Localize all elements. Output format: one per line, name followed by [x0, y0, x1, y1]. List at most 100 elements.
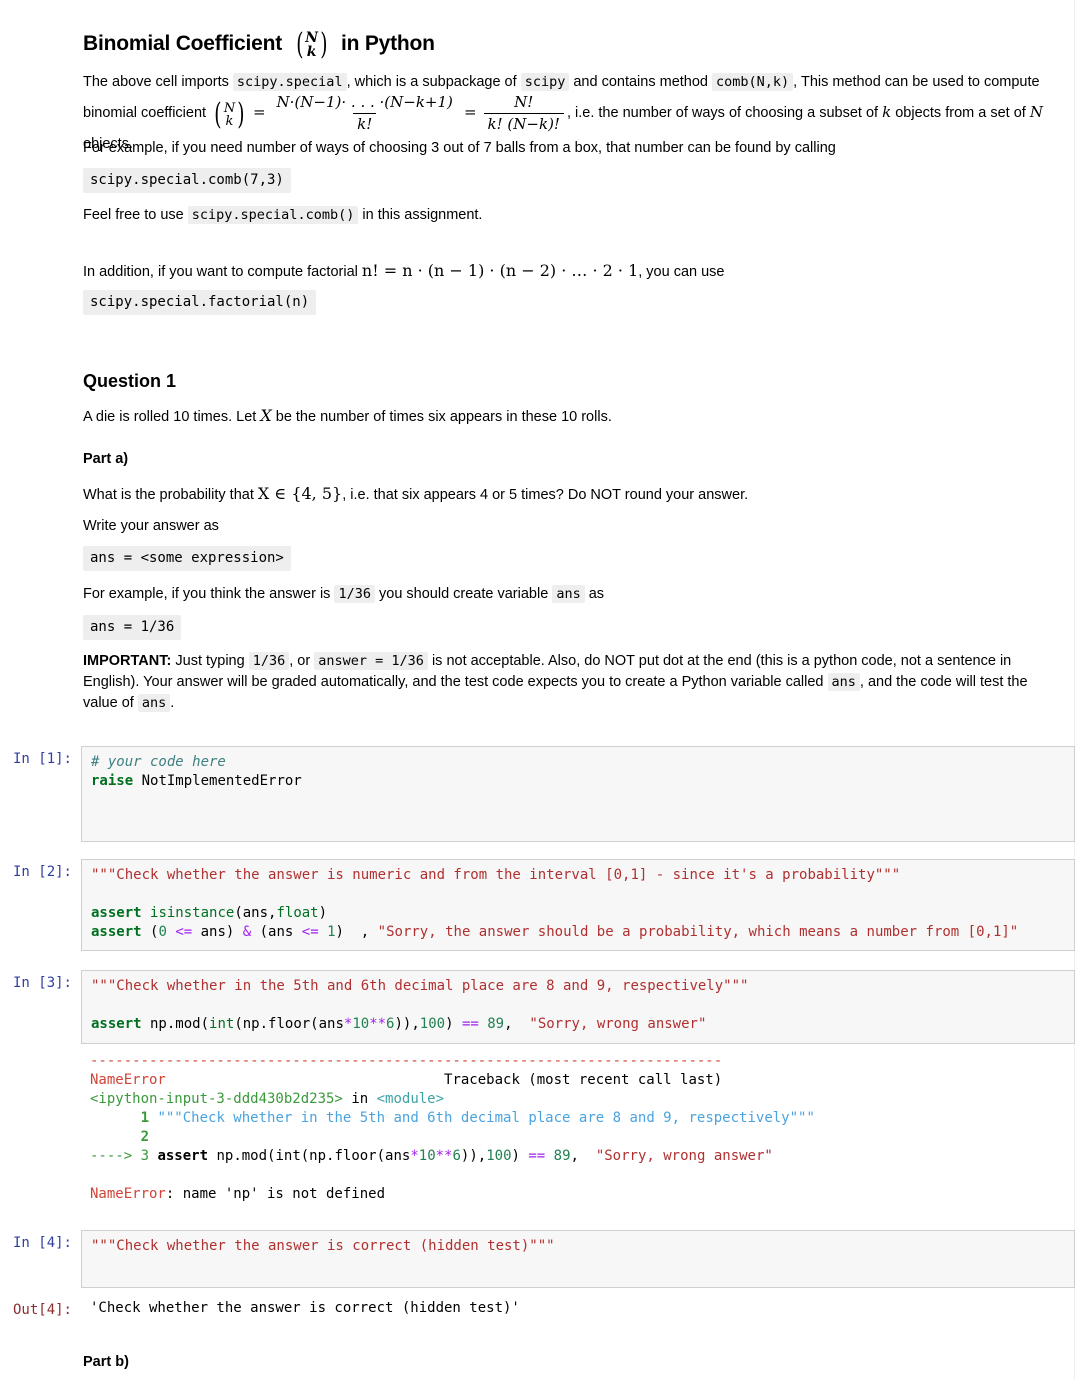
code-cell-4: In [4]: """Check whether the answer is c… [0, 1230, 1075, 1288]
traceback-error-name: NameError [90, 1072, 166, 1088]
important-label: IMPORTANT: [83, 653, 172, 669]
part-b-heading: Part b) [83, 1354, 129, 1370]
code-operator: & [242, 924, 252, 940]
code-cell-3: In [3]: """Check whether in the 5th and … [0, 970, 1075, 1044]
equals-sign-1: = [252, 103, 266, 122]
code-string-message: "Sorry, the answer should be a probabili… [377, 924, 1019, 940]
traceback-line-number: 2 [140, 1129, 150, 1145]
code-content-3: """Check whether in the 5th and 6th deci… [91, 978, 749, 1032]
right-paren-icon: ) [319, 27, 328, 63]
code-builtin-int: int [209, 1016, 235, 1032]
part-a-part-b: , i.e. that six appears 4 or 5 times? Do… [342, 487, 749, 503]
intro-part-e: , i.e. the number of ways of choosing a … [566, 105, 879, 122]
traceback-line-3-d: ) [511, 1148, 529, 1164]
code-answer-136: answer = 1/36 [314, 652, 428, 670]
part-a-heading: Part a) [83, 451, 129, 467]
traceback-rule: ----------------------------------------… [90, 1053, 723, 1069]
code-editor-1[interactable]: # your code here raise NotImplementedErr… [81, 746, 1075, 842]
code-operator: ** [369, 1016, 387, 1032]
code-editor-4[interactable]: """Check whether the answer is correct (… [81, 1230, 1075, 1288]
code-number: 1 [327, 924, 336, 940]
traceback-number: 10 [418, 1148, 436, 1164]
factorial-math: n! = n · (n − 1) · (n − 2) · … · 2 · 1 [361, 261, 639, 280]
code-keyword-raise: raise [91, 773, 134, 789]
math-var-X: X [260, 406, 272, 425]
code-one-36: 1/36 [334, 585, 375, 603]
code-operator: <= [301, 924, 319, 940]
code-content-2: """Check whether the answer is numeric a… [91, 867, 1019, 940]
traceback-area: ----------------------------------------… [81, 1050, 1075, 1206]
traceback-content: ----------------------------------------… [90, 1052, 1067, 1204]
traceback-assert-keyword: assert [157, 1148, 209, 1164]
traceback-operator: == [528, 1148, 546, 1164]
traceback-line-number: 1 [140, 1110, 150, 1126]
code-operator: <= [175, 924, 193, 940]
q1-part-b: be the number of times six appears in th… [275, 409, 612, 425]
code-ans: ans [137, 694, 171, 713]
code-comb-nk: comb(N,k) [712, 73, 794, 91]
title-text-post: in Python [340, 31, 435, 55]
traceback-frame-in: in [351, 1091, 369, 1107]
traceback-number: 89 [545, 1148, 571, 1164]
code-ans: ans [827, 673, 860, 692]
example-part-b: you should create variable [379, 586, 549, 602]
code-docstring-3: """Check whether in the 5th and 6th deci… [91, 978, 749, 994]
part-a-question: What is the probability that X ∈ {4, 5},… [83, 482, 1048, 506]
output-area-4: 'Check whether the answer is correct (hi… [81, 1297, 1075, 1320]
feel-free-part-a: Feel free to use [83, 207, 184, 223]
traceback-final-error-message: : name 'np' is not defined [165, 1186, 386, 1202]
important-part-e: . [170, 695, 175, 712]
code-editor-3[interactable]: """Check whether in the 5th and 6th deci… [81, 970, 1075, 1044]
math-var-k: k [882, 103, 892, 122]
traceback-line-3-e: , [570, 1148, 596, 1164]
fraction-denominator: k! (N−k)! [483, 112, 564, 134]
example-part-a: For example, if you think the answer is [83, 586, 331, 602]
binom-bottom: k [225, 114, 234, 130]
code-editor-2[interactable]: """Check whether the answer is numeric a… [81, 859, 1075, 951]
code-block-ans-expr: ans = <some expression> [83, 546, 291, 571]
right-paren-icon: ) [237, 97, 245, 133]
write-answer-text: Write your answer as [83, 518, 219, 534]
intro-part-b: , which is a subpackage of [346, 74, 517, 90]
output-value-4: 'Check whether the answer is correct (hi… [90, 1300, 520, 1316]
code-content-1: # your code here raise NotImplementedErr… [91, 753, 1066, 791]
traceback-frame-module: <module> [376, 1091, 445, 1107]
code-operator: == [461, 1016, 479, 1032]
code-number: 6 [386, 1016, 395, 1032]
code-builtin-float: float [276, 905, 319, 921]
in-prompt-3[interactable]: In [3]: [0, 970, 81, 993]
code-keyword-assert: assert [91, 905, 142, 921]
code-scipy-comb: scipy.special.comb() [187, 206, 359, 224]
example-paragraph: For example, if you need number of ways … [83, 140, 836, 156]
intro-part-f: objects from a set of [895, 105, 1026, 122]
in-prompt-2[interactable]: In [2]: [0, 859, 81, 882]
factorial-paragraph: In addition, if you want to compute fact… [83, 259, 1048, 283]
out-prompt-4[interactable]: Out[4]: [0, 1297, 81, 1320]
left-paren-icon: ( [295, 27, 303, 63]
example-answer-text: For example, if you think the answer is … [83, 584, 1048, 605]
traceback-number: 6 [452, 1148, 461, 1164]
code-cell-1: In [1]: # your code here raise NotImplem… [0, 746, 1075, 842]
error-output-cell: ----------------------------------------… [0, 1050, 1075, 1206]
code-keyword-assert: assert [91, 924, 142, 940]
code-number: 89 [487, 1016, 505, 1032]
output-cell-4: Out[4]: 'Check whether the answer is cor… [0, 1297, 1075, 1320]
question-1-text: A die is rolled 10 times. Let X be the n… [83, 404, 1048, 428]
binomial-symbol-title: ( N k ) [294, 27, 330, 63]
part-a-part-a: What is the probability that [83, 487, 254, 503]
binomial-symbol-formula: ( N k ) [212, 97, 247, 133]
page-title: Binomial Coefficient ( N k ) in Python [83, 30, 435, 59]
in-prompt-1[interactable]: In [1]: [0, 746, 81, 769]
page-scroll-edge[interactable] [1074, 0, 1088, 1380]
binom-top: N [223, 101, 236, 117]
part-a-math: X ∈ {4, 5} [257, 484, 343, 503]
traceback-operator: ** [435, 1148, 453, 1164]
q1-part-a: A die is rolled 10 times. Let [83, 409, 257, 425]
left-paren-icon: ( [214, 97, 222, 133]
code-block-ans-136: ans = 1/36 [83, 615, 182, 640]
in-prompt-4[interactable]: In [4]: [0, 1230, 81, 1253]
feel-free-part-b: in this assignment. [362, 207, 483, 223]
feel-free-paragraph: Feel free to use scipy.special.comb() in… [83, 205, 1048, 226]
empty-prompt [0, 1050, 81, 1054]
code-one-36: 1/36 [248, 652, 290, 670]
